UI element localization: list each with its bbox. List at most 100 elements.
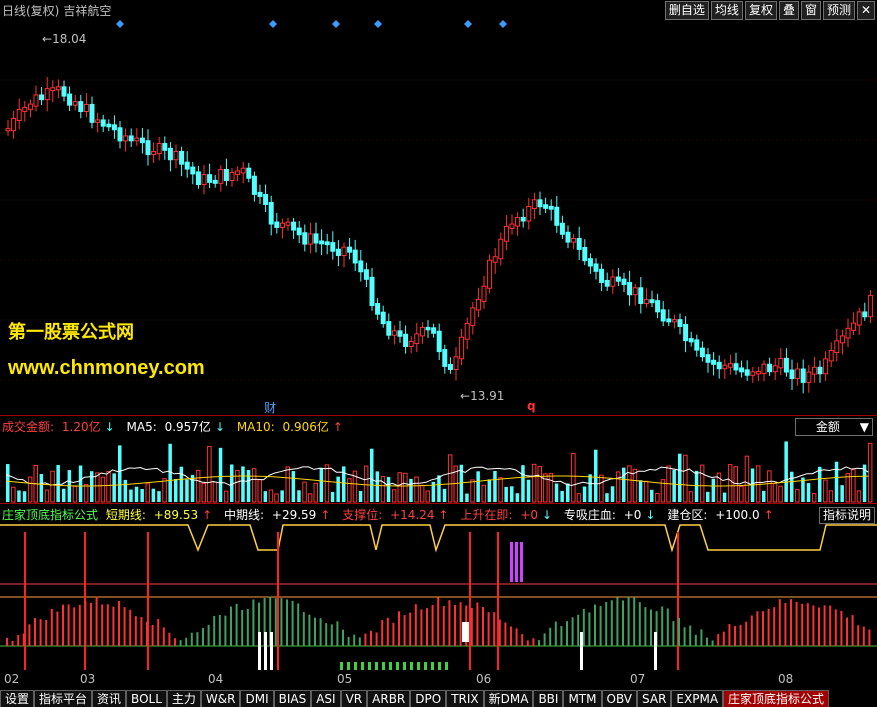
moving-average-button[interactable]: 均线 — [710, 1, 743, 20]
volume-bar — [599, 474, 604, 503]
volume-bar — [594, 449, 598, 502]
volume-bar — [643, 480, 649, 503]
candle-body — [341, 246, 347, 256]
window-button[interactable]: 窗 — [800, 1, 821, 20]
candle-body — [655, 300, 661, 313]
accumulate-bar — [396, 662, 399, 670]
volume-bar — [481, 484, 486, 503]
event-marker — [499, 20, 507, 28]
close-icon[interactable]: ✕ — [857, 1, 875, 20]
date-axis: 02 03 04 05 06 07 08 — [0, 670, 877, 688]
candle-body — [296, 227, 302, 236]
tab-obv[interactable]: OBV — [601, 690, 638, 707]
volume-bar — [437, 475, 441, 502]
candle-body — [89, 103, 95, 123]
candle-body — [11, 117, 17, 132]
candle-body — [431, 327, 437, 334]
tab-zhuangjia-formula[interactable]: 庄家顶底指标公式 — [723, 690, 830, 707]
candle-body — [464, 322, 470, 340]
volume-bar — [235, 469, 240, 503]
tab-expma[interactable]: EXPMA — [671, 690, 724, 707]
tab-new-dma[interactable]: 新DMA — [483, 690, 534, 707]
volume-bar — [257, 479, 262, 503]
tab-bias[interactable]: BIAS — [273, 690, 312, 707]
tab-asi[interactable]: ASI — [311, 690, 341, 707]
remove-watchlist-button[interactable]: 删自选 — [664, 1, 709, 20]
volume-bar — [537, 466, 542, 503]
candle-body — [649, 299, 655, 304]
finance-marker[interactable]: 财 — [264, 399, 276, 416]
candle-body — [711, 359, 717, 365]
volume-bar — [190, 474, 195, 502]
candle-body — [615, 276, 621, 282]
tab-mtm[interactable]: MTM — [563, 690, 602, 707]
volume-bar — [739, 485, 744, 503]
candle-body — [240, 167, 246, 174]
tab-vr[interactable]: VR — [340, 690, 368, 707]
candle-body — [811, 366, 817, 375]
volume-bar — [134, 486, 139, 502]
volume-bar — [476, 471, 480, 502]
candle-body — [139, 137, 145, 144]
volume-type-select[interactable]: 金额 ▼ — [795, 418, 873, 436]
tab-bbi[interactable]: BBI — [533, 690, 564, 707]
tab-dmi[interactable]: DMI — [240, 690, 274, 707]
forecast-button[interactable]: 预测 — [822, 1, 855, 20]
tab-arbr[interactable]: ARBR — [367, 690, 411, 707]
volume-bar — [801, 477, 805, 502]
candle-body — [453, 356, 459, 371]
adjust-button[interactable]: 复权 — [744, 1, 777, 20]
volume-bar — [699, 464, 705, 503]
candle-body — [604, 279, 610, 287]
candle-body — [643, 299, 649, 304]
candle-body — [531, 199, 537, 209]
date-tick: 07 — [630, 672, 646, 686]
tab-trix[interactable]: TRIX — [446, 690, 484, 707]
volume-bar — [342, 466, 346, 502]
accumulate-bar — [438, 662, 441, 670]
volume-bar — [241, 466, 245, 502]
candle-body — [173, 150, 179, 161]
tab-dpo[interactable]: DPO — [410, 690, 447, 707]
candle-body — [520, 216, 526, 222]
candle-body — [363, 269, 369, 280]
volume-bar — [386, 476, 391, 502]
tab-wr[interactable]: W&R — [200, 690, 241, 707]
candle-body — [783, 357, 789, 373]
candle-body — [839, 335, 845, 344]
candle-body — [190, 166, 196, 175]
tab-sar[interactable]: SAR — [637, 690, 672, 707]
q-marker[interactable]: q — [527, 399, 536, 413]
candle-body — [571, 238, 577, 243]
candle-body — [475, 298, 481, 311]
volume-bar — [778, 485, 783, 503]
volume-bar — [380, 476, 386, 503]
candle-body — [498, 238, 504, 260]
candle-body — [324, 241, 330, 246]
volume-bar — [610, 486, 615, 502]
volume-bar — [319, 467, 324, 502]
volume-bar — [302, 481, 307, 503]
candle-body — [39, 94, 45, 101]
candle-body — [515, 216, 521, 227]
volume-bar — [280, 490, 284, 502]
volume-bar — [694, 470, 699, 502]
candle-body — [403, 333, 409, 348]
date-tick: 08 — [778, 672, 794, 686]
candle-body — [44, 88, 50, 101]
volume-bar — [722, 492, 727, 502]
candle-body — [621, 278, 627, 285]
tab-indicator-platform[interactable]: 指标平台 — [34, 690, 93, 707]
tab-settings[interactable]: 设置 — [0, 690, 35, 707]
tab-news[interactable]: 资讯 — [92, 690, 127, 707]
highlight-bar — [264, 632, 267, 670]
volume-bar — [106, 470, 111, 503]
volume-bar — [251, 468, 257, 503]
tab-boll[interactable]: BOLL — [126, 690, 167, 707]
volume-bar — [78, 465, 83, 502]
overlay-button[interactable]: 叠 — [778, 1, 799, 20]
event-marker — [332, 20, 340, 28]
highlight-bar — [580, 632, 583, 670]
tab-main-force[interactable]: 主力 — [166, 690, 201, 707]
volume-bar — [762, 490, 766, 502]
